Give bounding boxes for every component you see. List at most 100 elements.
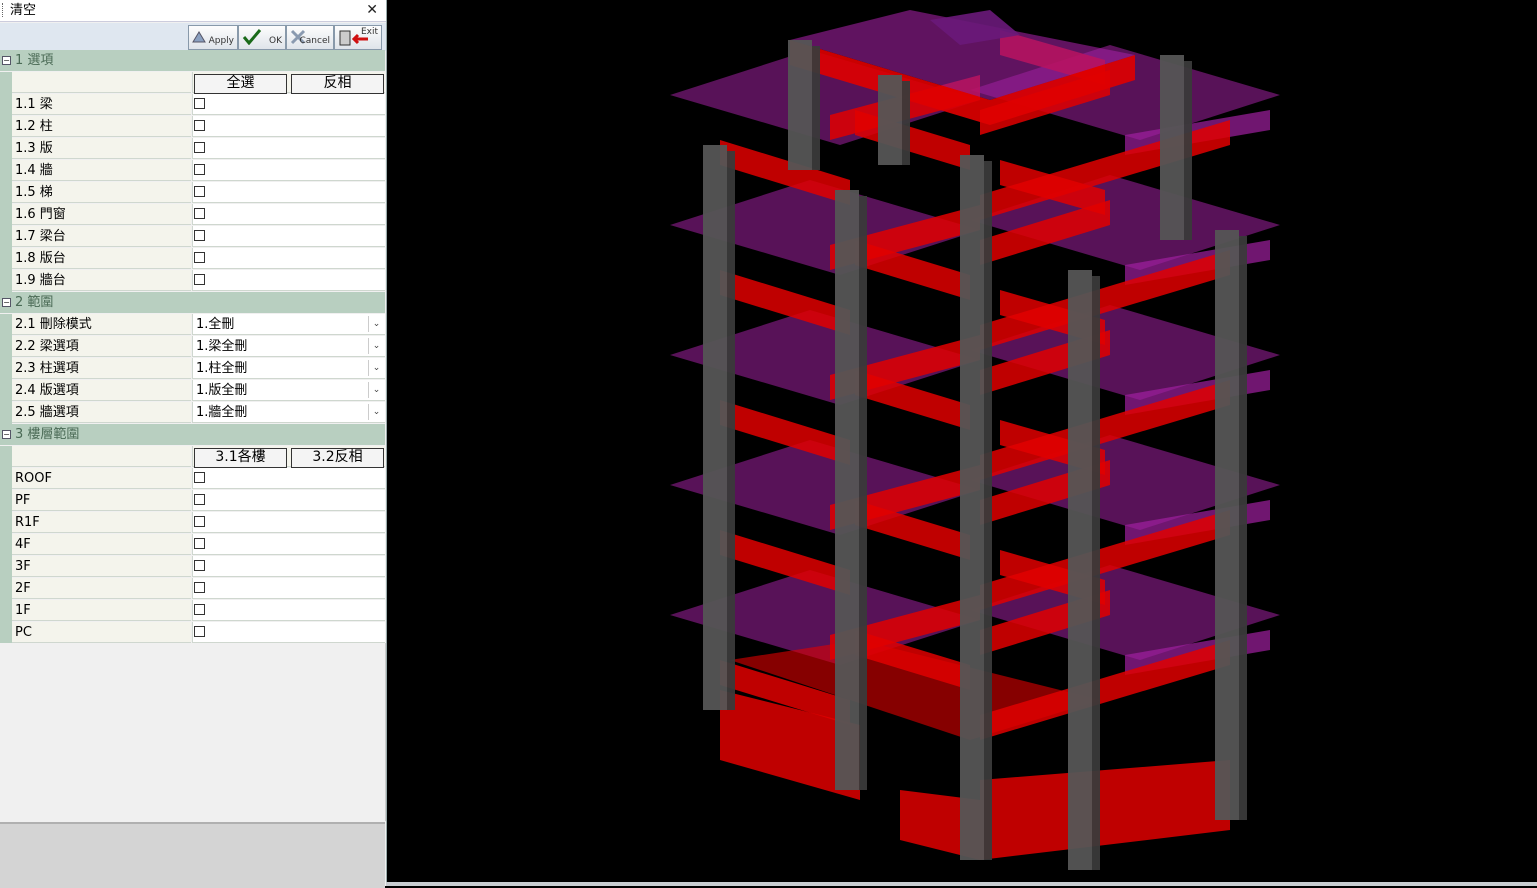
- row-label: 1.5 梯: [12, 182, 191, 203]
- close-button[interactable]: ✕: [366, 0, 378, 21]
- panel-titlebar: 清空 ✕: [0, 0, 386, 22]
- checkbox[interactable]: [194, 120, 205, 131]
- dropdown[interactable]: 1.柱全刪 ⌄: [192, 358, 385, 379]
- chevron-down-icon[interactable]: ⌄: [368, 338, 384, 354]
- row-label: 2.2 梁選項: [12, 336, 191, 357]
- section-floors-header[interactable]: − 3 樓層範圍: [0, 424, 385, 445]
- row-value[interactable]: [192, 578, 385, 599]
- collapse-icon[interactable]: −: [2, 298, 11, 307]
- floor-invert-button[interactable]: 3.2反相: [291, 448, 384, 468]
- status-strip: [386, 882, 1537, 886]
- column: [1068, 270, 1092, 870]
- checkbox[interactable]: [194, 252, 205, 263]
- checkbox[interactable]: [194, 582, 205, 593]
- apply-button[interactable]: Apply: [188, 25, 238, 50]
- checkbox[interactable]: [194, 186, 205, 197]
- checkbox[interactable]: [194, 164, 205, 175]
- checkbox[interactable]: [194, 538, 205, 549]
- scope-row: 2.4 版選項 1.版全刪 ⌄: [0, 380, 385, 402]
- dropdown[interactable]: 1.版全刪 ⌄: [192, 380, 385, 401]
- row-value[interactable]: [192, 556, 385, 577]
- chevron-down-icon[interactable]: ⌄: [368, 360, 384, 376]
- description-pane: [0, 822, 385, 888]
- section-scope-header[interactable]: − 2 範圍: [0, 292, 385, 313]
- dropdown[interactable]: 1.梁全刪 ⌄: [192, 336, 385, 357]
- each-floor-button[interactable]: 3.1各樓: [194, 448, 287, 468]
- floor-row: 4F: [0, 534, 385, 556]
- invert-button[interactable]: 反相: [291, 74, 384, 94]
- checkbox[interactable]: [194, 560, 205, 571]
- row-value[interactable]: [192, 600, 385, 621]
- row-label: PF: [12, 490, 191, 511]
- chevron-down-icon[interactable]: ⌄: [368, 316, 384, 332]
- row-value[interactable]: [192, 512, 385, 533]
- row-label: 1.4 牆: [12, 160, 191, 181]
- row-label: 2.3 柱選項: [12, 358, 191, 379]
- row-label: 2.5 牆選項: [12, 402, 191, 423]
- exit-button[interactable]: Exit: [334, 25, 382, 50]
- row-value[interactable]: [192, 534, 385, 555]
- exit-label: Exit: [360, 27, 378, 37]
- row-value[interactable]: [192, 468, 385, 489]
- floor-row: 3F: [0, 556, 385, 578]
- row-value[interactable]: [192, 622, 385, 643]
- dropdown-value: 1.版全刪: [196, 383, 248, 398]
- row-value[interactable]: [192, 94, 385, 115]
- grid-empty-area: [0, 643, 386, 821]
- floor-row: R1F: [0, 512, 385, 534]
- options-button-row: 全選 反相: [0, 72, 385, 94]
- row-value[interactable]: [192, 138, 385, 159]
- row-value[interactable]: [192, 182, 385, 203]
- checkbox[interactable]: [194, 494, 205, 505]
- chevron-down-icon[interactable]: ⌄: [368, 382, 384, 398]
- option-row: 1.3 版: [0, 138, 385, 160]
- chevron-down-icon[interactable]: ⌄: [368, 404, 384, 420]
- checkbox[interactable]: [194, 98, 205, 109]
- dropdown-value: 1.全刪: [196, 317, 235, 332]
- checkbox[interactable]: [194, 626, 205, 637]
- row-value[interactable]: [192, 116, 385, 137]
- option-row: 1.8 版台: [0, 248, 385, 270]
- 3d-viewport[interactable]: [390, 0, 1537, 882]
- cancel-button[interactable]: Cancel: [286, 25, 334, 50]
- dropdown[interactable]: 1.牆全刪 ⌄: [192, 402, 385, 423]
- collapse-icon[interactable]: −: [2, 430, 11, 439]
- row-value[interactable]: [192, 248, 385, 269]
- section-options-header[interactable]: − 1 選項: [0, 50, 385, 71]
- row-label: 3F: [12, 556, 191, 577]
- checkbox[interactable]: [194, 142, 205, 153]
- row-value[interactable]: [192, 226, 385, 247]
- checkbox[interactable]: [194, 230, 205, 241]
- collapse-icon[interactable]: −: [2, 56, 11, 65]
- checkbox[interactable]: [194, 274, 205, 285]
- floor-row: 1F: [0, 600, 385, 622]
- row-value[interactable]: [192, 270, 385, 291]
- row-value[interactable]: [192, 160, 385, 181]
- scope-row: 2.3 柱選項 1.柱全刪 ⌄: [0, 358, 385, 380]
- toolbar: Apply OK Cancel Exit: [0, 23, 386, 51]
- column-side: [1239, 236, 1247, 820]
- column: [1160, 55, 1184, 240]
- checkbox[interactable]: [194, 208, 205, 219]
- checkbox[interactable]: [194, 472, 205, 483]
- floor-row: 2F: [0, 578, 385, 600]
- apply-label: Apply: [208, 36, 234, 46]
- drag-grip[interactable]: [2, 3, 6, 17]
- column: [1215, 230, 1239, 820]
- floor-row: PF: [0, 490, 385, 512]
- row-label: 4F: [12, 534, 191, 555]
- row-label: 1.9 牆台: [12, 270, 191, 291]
- row-value[interactable]: [192, 204, 385, 225]
- building-model[interactable]: [390, 0, 1537, 882]
- column-side: [1184, 61, 1192, 240]
- checkbox[interactable]: [194, 516, 205, 527]
- select-all-button[interactable]: 全選: [194, 74, 287, 94]
- column: [878, 75, 902, 165]
- row-label: 1.8 版台: [12, 248, 191, 269]
- ok-button[interactable]: OK: [238, 25, 286, 50]
- checkbox[interactable]: [194, 604, 205, 615]
- beam: [980, 760, 1230, 860]
- dropdown[interactable]: 1.全刪 ⌄: [192, 314, 385, 335]
- row-value[interactable]: [192, 490, 385, 511]
- row-label: 2.1 刪除模式: [12, 314, 191, 335]
